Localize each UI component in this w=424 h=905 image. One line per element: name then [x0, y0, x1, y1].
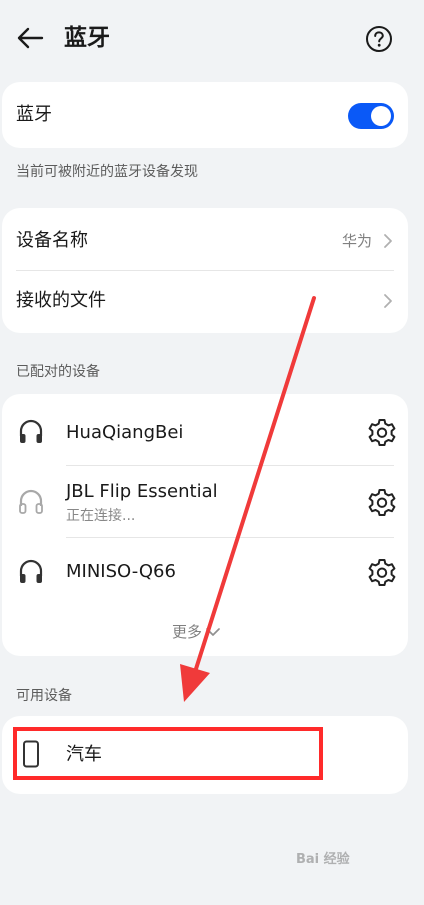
paired-devices-card: HuaQiangBei JBL Flip Essential 正在连接... M…	[2, 394, 408, 656]
device-name: JBL Flip Essential	[66, 481, 218, 502]
device-name-label: 设备名称	[16, 230, 88, 251]
annotation-highlight-box	[13, 727, 323, 780]
device-name-row[interactable]: 设备名称 华为	[2, 208, 408, 270]
back-button[interactable]	[12, 20, 48, 56]
available-section-label: 可用设备	[16, 688, 72, 704]
chevron-right-icon	[384, 294, 392, 308]
paired-device-row[interactable]: MINISO-Q66	[2, 538, 408, 610]
gear-icon[interactable]	[367, 417, 397, 447]
bluetooth-label: 蓝牙	[16, 104, 52, 125]
chevron-down-icon	[206, 628, 220, 636]
question-circle-icon	[366, 26, 392, 52]
help-button[interactable]	[362, 22, 396, 56]
bluetooth-settings-page: 蓝牙 蓝牙 当前可被附近的蓝牙设备发现 设备名称 华为 接收的文件 已配对的设备…	[0, 0, 424, 905]
device-status: 正在连接...	[66, 508, 136, 524]
headphones-icon	[19, 489, 43, 514]
switch-knob	[371, 106, 391, 126]
more-label: 更多	[172, 623, 203, 641]
chevron-right-icon	[384, 234, 392, 248]
device-name: MINISO-Q66	[66, 561, 176, 582]
headphones-icon	[19, 419, 43, 443]
received-files-row[interactable]: 接收的文件	[2, 271, 408, 333]
bluetooth-switch[interactable]	[348, 103, 394, 129]
watermark: Bai 经验	[296, 852, 350, 867]
device-name-value: 华为	[342, 232, 373, 250]
headphones-icon	[19, 559, 43, 583]
more-devices-button[interactable]: 更多	[172, 622, 221, 642]
arrow-left-icon	[17, 27, 44, 49]
device-settings-card: 设备名称 华为 接收的文件	[2, 208, 408, 333]
visibility-note: 当前可被附近的蓝牙设备发现	[16, 164, 198, 180]
received-files-label: 接收的文件	[16, 290, 106, 311]
paired-section-label: 已配对的设备	[16, 364, 100, 380]
page-title: 蓝牙	[64, 25, 110, 51]
top-bar: 蓝牙	[0, 0, 424, 76]
gear-icon[interactable]	[367, 557, 397, 587]
paired-device-row[interactable]: HuaQiangBei	[2, 394, 408, 466]
gear-icon[interactable]	[367, 487, 397, 517]
device-name: HuaQiangBei	[66, 422, 184, 443]
paired-device-row[interactable]: JBL Flip Essential 正在连接...	[2, 466, 408, 538]
